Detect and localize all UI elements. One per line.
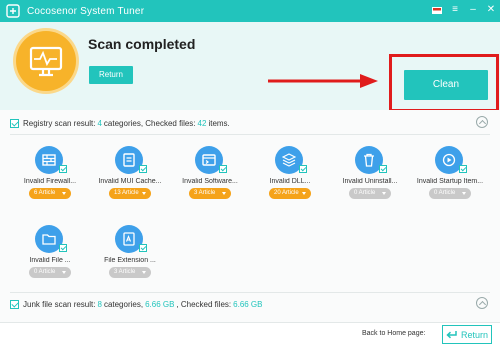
registry-item-file-extension[interactable]: File Extension ... 3 Article xyxy=(95,225,165,295)
close-icon[interactable]: ✕ xyxy=(486,3,496,17)
app-logo-icon xyxy=(6,4,20,18)
registry-checkbox[interactable] xyxy=(10,118,19,128)
registry-item-mui-cache[interactable]: Invalid MUI Cache... 13 Article xyxy=(95,146,165,216)
language-flag-icon[interactable] xyxy=(432,6,442,14)
app-title: Cocosenor System Tuner xyxy=(27,5,145,17)
article-count-dropdown[interactable]: 0 Article xyxy=(29,267,71,278)
junk-section-header[interactable]: Junk file scan result: 8 categories, 6.6… xyxy=(10,296,492,312)
collapse-junk-icon[interactable] xyxy=(476,297,488,309)
collapse-registry-icon[interactable] xyxy=(476,116,488,128)
registry-section-header[interactable]: Registry scan result: 4 categories, Chec… xyxy=(10,115,492,131)
item-checkbox[interactable] xyxy=(139,244,147,252)
registry-item-software[interactable]: Invalid Software... 3 Article xyxy=(175,146,245,216)
junk-checkbox[interactable] xyxy=(10,299,19,309)
article-count-dropdown[interactable]: 13 Article xyxy=(109,188,151,199)
item-checkbox[interactable] xyxy=(139,165,147,173)
monitor-badge xyxy=(16,31,76,91)
title-bar: Cocosenor System Tuner ≡ – ✕ xyxy=(0,0,500,22)
article-count-dropdown[interactable]: 3 Article xyxy=(189,188,231,199)
item-checkbox[interactable] xyxy=(459,165,467,173)
scan-results: Registry scan result: 4 categories, Chec… xyxy=(0,110,500,322)
registry-item-startup[interactable]: Invalid Startup Item... 0 Article xyxy=(415,146,485,216)
minimize-icon[interactable]: – xyxy=(468,3,478,17)
menu-icon[interactable]: ≡ xyxy=(450,3,460,17)
article-count-dropdown[interactable]: 0 Article xyxy=(429,188,471,199)
header-return-button[interactable]: Return xyxy=(89,66,133,84)
return-arrow-icon xyxy=(446,331,457,339)
article-count-dropdown[interactable]: 3 Article xyxy=(109,267,151,278)
window-controls: ≡ – ✕ xyxy=(432,3,496,17)
red-arrow-icon xyxy=(268,74,378,88)
scan-status-title: Scan completed xyxy=(88,36,196,52)
registry-item-firewall[interactable]: Invalid Firewall... 6 Article xyxy=(15,146,85,216)
item-checkbox[interactable] xyxy=(299,165,307,173)
item-checkbox[interactable] xyxy=(59,165,67,173)
article-count-dropdown[interactable]: 20 Article xyxy=(269,188,311,199)
article-count-dropdown[interactable]: 6 Article xyxy=(29,188,71,199)
scan-header: Scan completed Return Clean xyxy=(0,22,500,112)
registry-item-dll[interactable]: Invalid DLL... 20 Article xyxy=(255,146,325,216)
registry-item-file[interactable]: Invalid File ... 0 Article xyxy=(15,225,85,295)
divider xyxy=(10,292,490,293)
footer-bar: Back to Home page: Return xyxy=(0,322,500,346)
registry-item-uninstall[interactable]: Invalid Uninstall... 0 Article xyxy=(335,146,405,216)
monitor-pulse-icon xyxy=(29,46,63,77)
item-checkbox[interactable] xyxy=(379,165,387,173)
footer-return-button[interactable]: Return xyxy=(442,325,492,344)
item-checkbox[interactable] xyxy=(219,165,227,173)
back-to-home-label: Back to Home page: xyxy=(362,330,426,337)
divider xyxy=(10,134,490,135)
clean-button[interactable]: Clean xyxy=(404,70,488,100)
item-checkbox[interactable] xyxy=(59,244,67,252)
article-count-dropdown[interactable]: 0 Article xyxy=(349,188,391,199)
